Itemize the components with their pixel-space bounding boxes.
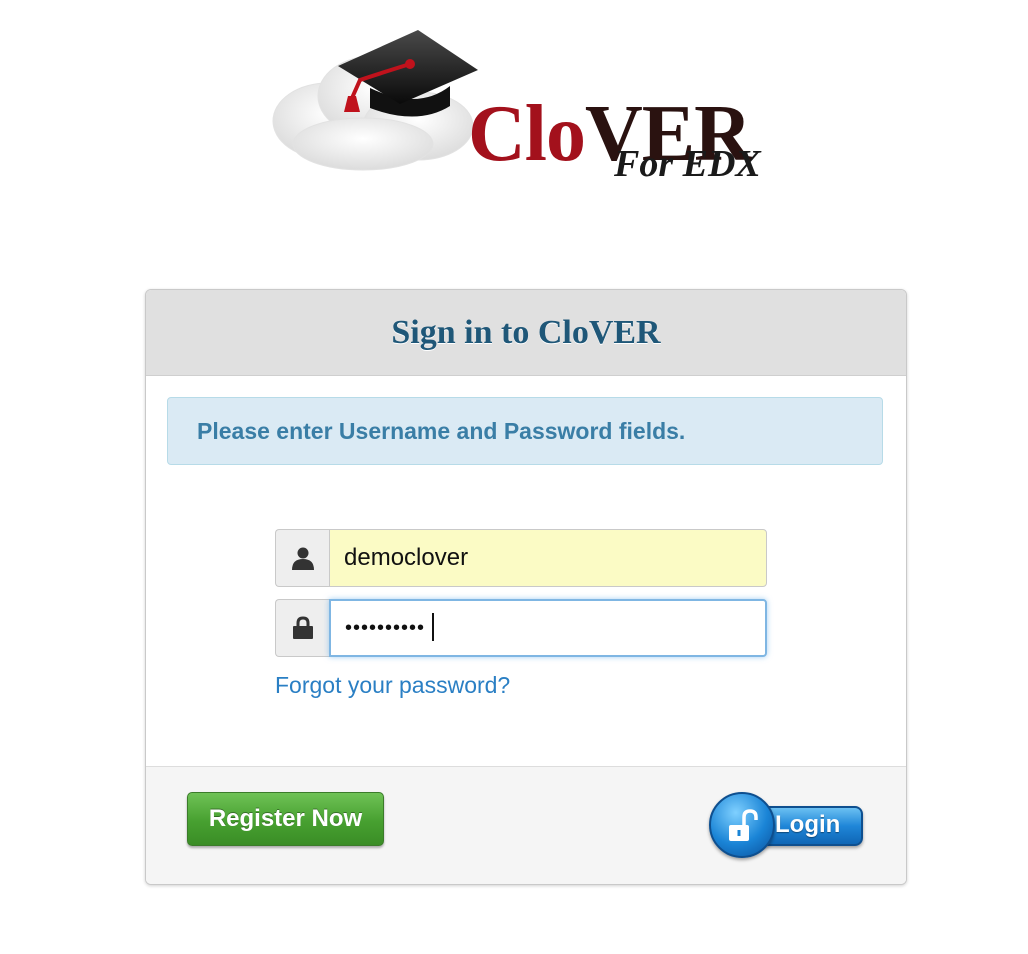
panel-footer: Register Now Login xyxy=(146,766,906,884)
login-button[interactable]: Login xyxy=(709,792,865,860)
login-button-badge xyxy=(709,792,775,858)
logo-title-clo: Clo xyxy=(468,90,586,178)
lock-icon xyxy=(292,616,313,639)
username-addon xyxy=(275,529,329,587)
info-alert: Please enter Username and Password field… xyxy=(167,397,883,465)
username-field-group xyxy=(275,529,767,587)
panel-title: Sign in to CloVER xyxy=(391,313,661,351)
unlocked-padlock-icon xyxy=(729,809,758,841)
clover-logo: CloVER For EDX xyxy=(268,26,788,196)
text-caret xyxy=(432,613,434,641)
password-field-group xyxy=(275,599,767,657)
user-icon xyxy=(291,547,314,570)
password-input[interactable] xyxy=(329,599,767,657)
login-button-label: Login xyxy=(775,811,841,838)
register-now-button[interactable]: Register Now xyxy=(187,792,384,846)
sign-in-panel: Sign in to CloVER Please enter Username … xyxy=(145,289,907,885)
logo-subtitle: For EDX xyxy=(614,143,761,185)
login-page: CloVER For EDX Sign in to CloVER Please … xyxy=(0,0,1028,954)
panel-header: Sign in to CloVER xyxy=(146,290,906,376)
password-addon xyxy=(275,599,329,657)
username-input[interactable] xyxy=(329,529,767,587)
forgot-password-link[interactable]: Forgot your password? xyxy=(275,672,510,699)
